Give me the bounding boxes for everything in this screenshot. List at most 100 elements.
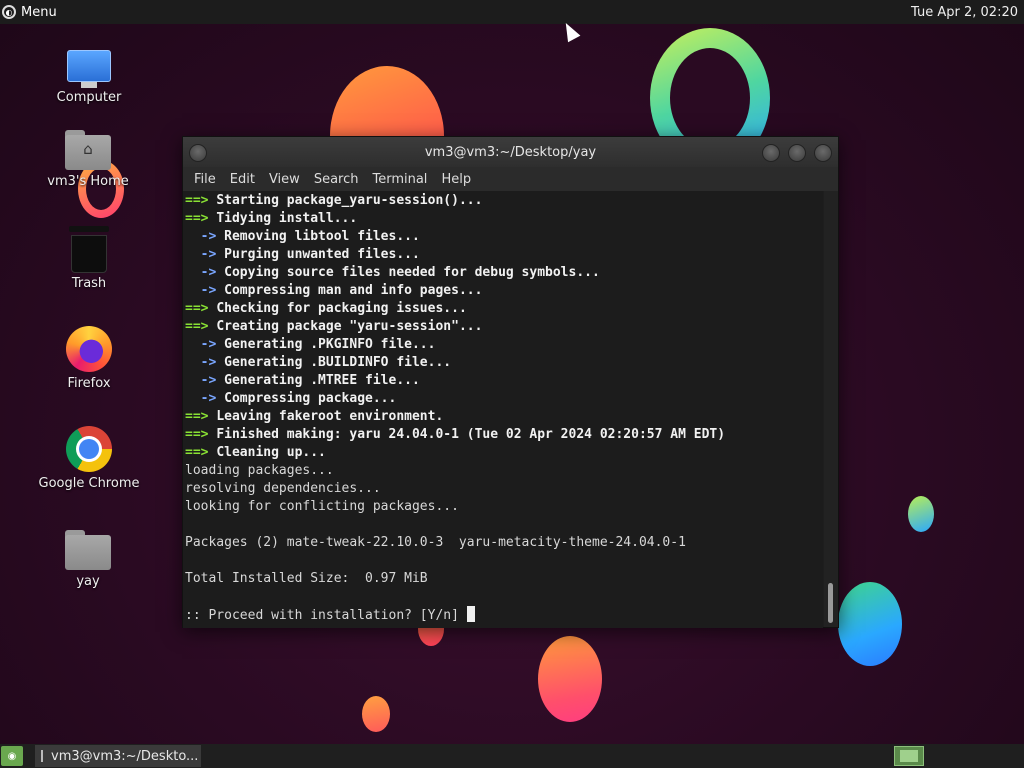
computer-icon [67, 50, 111, 88]
terminal-line-prefix: ==> [185, 211, 217, 226]
terminal-line: ==> Finished making: yaru 24.04.0-1 (Tue… [183, 426, 823, 444]
terminal-line-text: Finished making: yaru 24.04.0-1 (Tue 02 … [216, 427, 726, 442]
taskbar-item-label: vm3@vm3:~/Deskto... [51, 748, 199, 764]
window-title: vm3@vm3:~/Desktop/yay [424, 144, 597, 160]
terminal-line: -> Removing libtool files... [183, 228, 823, 246]
window-menu-button[interactable] [189, 144, 207, 162]
desktop-icon-firefox[interactable]: Firefox [34, 326, 144, 391]
trash-icon [69, 226, 109, 273]
terminal-line-text: Compressing package... [224, 391, 397, 406]
terminal-line-prefix: -> [185, 247, 225, 262]
terminal-line: looking for conflicting packages... [185, 499, 459, 514]
workspace-switcher[interactable] [894, 746, 924, 766]
terminal-line-prefix: ==> [185, 409, 217, 424]
terminal-prompt-line[interactable]: :: Proceed with installation? [Y/n] [183, 606, 823, 624]
chrome-icon [66, 426, 112, 472]
wallpaper-shape [538, 636, 602, 722]
wallpaper-shape [362, 696, 390, 732]
terminal-line-text: Starting package_yaru-session()... [216, 193, 483, 208]
terminal-line-prefix: ==> [185, 193, 217, 208]
desktop-icon-label: Firefox [67, 376, 111, 391]
terminal-window: vm3@vm3:~/Desktop/yay File Edit View Sea… [182, 136, 839, 628]
terminal-line: ==> Cleaning up... [183, 444, 823, 462]
menu-view[interactable]: View [262, 172, 307, 187]
clock[interactable]: Tue Apr 2, 02:20 [911, 5, 1024, 20]
terminal-line-prefix: -> [185, 229, 225, 244]
wallpaper-shape [838, 582, 902, 666]
scrollbar-thumb[interactable] [828, 583, 833, 623]
maximize-button[interactable] [788, 144, 806, 162]
terminal-output[interactable]: ==> Starting package_yaru-session()... ==… [183, 191, 823, 628]
desktop-icon-trash[interactable]: Trash [34, 226, 144, 291]
terminal-icon [41, 750, 43, 762]
desktop-icon-label: Trash [71, 276, 107, 291]
menu-search[interactable]: Search [307, 172, 366, 187]
terminal-line-prefix: -> [185, 283, 225, 298]
terminal-line: resolving dependencies... [185, 481, 381, 496]
terminal-line: ==> Starting package_yaru-session()... [183, 192, 823, 210]
terminal-line-text: Generating .BUILDINFO file... [224, 355, 452, 370]
close-button[interactable] [814, 144, 832, 162]
terminal-line: -> Copying source files needed for debug… [183, 264, 823, 282]
terminal-line: loading packages... [185, 463, 334, 478]
top-panel: ◐ Menu Tue Apr 2, 02:20 [0, 0, 1024, 24]
terminal-line: -> Generating .BUILDINFO file... [183, 354, 823, 372]
wallpaper-shape [908, 496, 934, 532]
terminal-line-text: Leaving fakeroot environment. [216, 409, 444, 424]
terminal-line-prefix: ==> [185, 301, 217, 316]
terminal-line-prefix: -> [185, 337, 225, 352]
desktop-icon-chrome[interactable]: Google Chrome [34, 426, 144, 491]
terminal-line-text: Tidying install... [216, 211, 358, 226]
home-folder-icon: ⌂ [65, 130, 111, 170]
desktop-icon-computer[interactable]: Computer [34, 50, 144, 105]
terminal-line: ==> Tidying install... [183, 210, 823, 228]
desktop-icon-label: vm3's Home [47, 174, 129, 189]
terminal-line-text: Copying source files needed for debug sy… [224, 265, 600, 280]
menu-help[interactable]: Help [434, 172, 478, 187]
terminal-line: ==> Creating package "yaru-session"... [183, 318, 823, 336]
menu-button[interactable]: ◐ Menu [0, 5, 57, 20]
terminal-line: -> Purging unwanted files... [183, 246, 823, 264]
taskbar-item-terminal[interactable]: vm3@vm3:~/Deskto... [35, 745, 201, 767]
menu-terminal[interactable]: Terminal [365, 172, 434, 187]
minimize-button[interactable] [762, 144, 780, 162]
terminal-line: ==> Leaving fakeroot environment. [183, 408, 823, 426]
firefox-icon [66, 326, 112, 372]
terminal-line-prefix: ==> [185, 319, 217, 334]
terminal-line-text: Checking for packaging issues... [216, 301, 467, 316]
menu-file[interactable]: File [187, 172, 223, 187]
terminal-line-prefix: -> [185, 373, 225, 388]
terminal-line-prefix: -> [185, 265, 225, 280]
terminal-line-text: Cleaning up... [216, 445, 326, 460]
terminal-line-text: Removing libtool files... [224, 229, 420, 244]
terminal-line-text: Generating .MTREE file... [224, 373, 420, 388]
terminal-cursor [466, 606, 475, 622]
terminal-line-text: Purging unwanted files... [224, 247, 420, 262]
terminal-line-text: Compressing man and info pages... [224, 283, 483, 298]
terminal-line-text: Generating .PKGINFO file... [224, 337, 436, 352]
desktop-icon-label: yay [76, 574, 100, 589]
terminal-line: -> Compressing man and info pages... [183, 282, 823, 300]
window-titlebar[interactable]: vm3@vm3:~/Desktop/yay [183, 137, 838, 167]
terminal-line-prefix: ==> [185, 427, 217, 442]
desktop-icon-label: Google Chrome [38, 476, 140, 491]
terminal-scrollbar[interactable] [824, 191, 838, 627]
menu-label: Menu [21, 4, 57, 20]
desktop-icon-yay[interactable]: yay [33, 530, 143, 589]
terminal-line: -> Compressing package... [183, 390, 823, 408]
bottom-panel: ◉ vm3@vm3:~/Deskto... [0, 744, 1024, 768]
terminal-line: ==> Checking for packaging issues... [183, 300, 823, 318]
folder-icon [65, 530, 111, 570]
terminal-line: -> Generating .PKGINFO file... [183, 336, 823, 354]
menu-edit[interactable]: Edit [223, 172, 262, 187]
desktop-icon-home[interactable]: ⌂ vm3's Home [33, 130, 143, 189]
desktop-icon-label: Computer [56, 90, 122, 105]
terminal-prompt: :: Proceed with installation? [Y/n] [185, 608, 467, 623]
show-desktop-button[interactable]: ◉ [1, 746, 23, 766]
terminal-line-text: Creating package "yaru-session"... [216, 319, 483, 334]
terminal-line-prefix: ==> [185, 445, 217, 460]
terminal-line-prefix: -> [185, 355, 225, 370]
